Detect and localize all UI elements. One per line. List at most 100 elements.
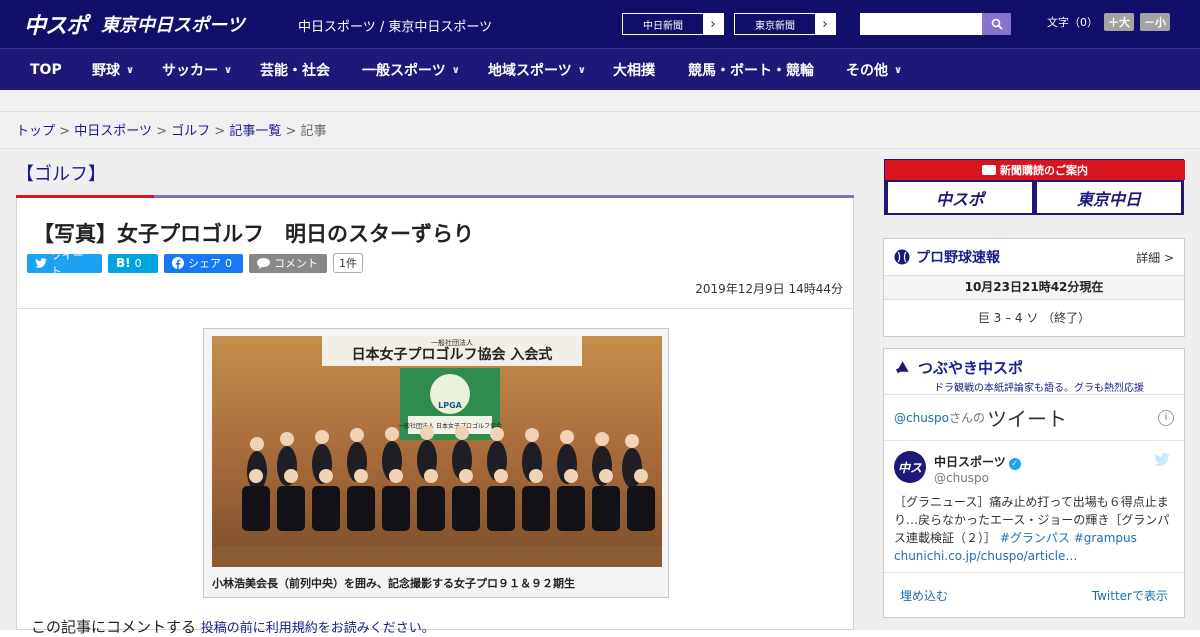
nav-item-3[interactable]: 芸能・社会 <box>260 49 330 91</box>
speech-bubble-icon <box>257 257 270 269</box>
chevron-down-icon: ∨ <box>126 64 135 76</box>
megaphone-icon <box>895 360 909 373</box>
twitter-handle-link[interactable]: @chuspo <box>894 411 949 425</box>
nav-item-label: サッカー <box>162 63 218 79</box>
subscription-banner[interactable]: 新聞購読のご案内 中スポ 東京中日 <box>884 159 1185 215</box>
nav-item-label: 芸能・社会 <box>260 63 330 79</box>
twitter-bird-icon[interactable] <box>1154 453 1170 470</box>
site-header: 中スポ 東京中日スポーツ 中日スポーツ / 東京中日スポーツ 中日新聞 › 東京… <box>0 0 1200 48</box>
nav-item-4[interactable]: 一般スポーツ ∨ <box>362 49 460 91</box>
chevron-right-icon: › <box>815 14 835 34</box>
subscription-logo-tokyo[interactable]: 東京中日 <box>1037 182 1181 213</box>
info-icon[interactable]: i <box>1158 409 1174 426</box>
nav-item-7[interactable]: 競馬・ボート・競輪 <box>688 49 814 91</box>
twitter-icon <box>35 258 47 268</box>
button-label: 中日新聞 <box>643 20 683 32</box>
embed-link[interactable]: 埋め込む <box>900 587 948 604</box>
subscription-logo-chuspo[interactable]: 中スポ <box>888 182 1032 213</box>
nav-item-label: 大相撲 <box>613 63 655 79</box>
baseball-scores-widget: プロ野球速報 詳細 > 10月23日21時42分現在 巨 3 – 4 ソ （終了… <box>883 238 1185 337</box>
baseball-detail-link[interactable]: 詳細 > <box>1136 249 1174 266</box>
breadcrumb-separator: > <box>156 124 167 139</box>
font-size-label: 文字（0） <box>1047 16 1098 29</box>
tweet-button[interactable]: ツイート <box>27 249 102 278</box>
search-button[interactable] <box>982 13 1011 35</box>
timeline-title: ツイート <box>987 407 1068 431</box>
hatena-count: 0 <box>134 256 142 270</box>
avatar[interactable]: 中ス <box>894 451 926 483</box>
baseball-icon <box>894 249 910 265</box>
tweet-widget-title: つぶやき中スポ <box>918 359 1024 377</box>
chevron-down-icon: ∨ <box>577 64 586 76</box>
breadcrumb-separator: > <box>59 124 71 139</box>
site-name: 中日スポーツ / 東京中日スポーツ <box>298 20 493 35</box>
nav-item-1[interactable]: 野球 ∨ <box>92 49 134 91</box>
twitter-timeline-header: @chuspo さんの ツイート i <box>884 395 1184 441</box>
breadcrumb-separator: > <box>285 124 297 139</box>
font-size-decrease-button[interactable]: －小 <box>1140 13 1170 31</box>
site-logo[interactable]: 中スポ 東京中日スポーツ <box>24 8 245 40</box>
breadcrumb-top[interactable]: トップ <box>16 124 55 139</box>
facebook-count: 0 <box>225 256 232 270</box>
breadcrumb-separator: > <box>214 124 226 139</box>
facebook-share-label: シェア <box>188 257 221 270</box>
breadcrumb: トップ > 中日スポーツ > ゴルフ > 記事一覧 > 記事 <box>0 112 1200 149</box>
hatena-icon: B! <box>116 256 131 270</box>
search-icon <box>991 18 1003 30</box>
comment-button[interactable]: コメント <box>249 253 327 273</box>
chevron-down-icon: ∨ <box>894 64 903 76</box>
handle-suffix: さんの <box>949 411 986 425</box>
flag-text: 一般社団法人 日本女子プロゴルフ協会 <box>398 422 502 430</box>
article-card: 【写真】女子プロゴルフ 明日のスターずらり ツイート B! 0 シェア 0 コメ… <box>16 198 854 636</box>
tweet-widget-header: つぶやき中スポ ドラ観戦の本紙評論家も語る。グラも熱烈応援 <box>884 349 1184 395</box>
hashtag-link[interactable]: #grampus <box>1074 531 1137 545</box>
article-photo[interactable]: 一般社団法人 日本女子プロゴルフ協会 入会式 LPGA 一般社団法人 日本女子プ… <box>212 336 662 567</box>
banner-small-text: 一般社団法人 <box>431 338 473 347</box>
nav-item-6[interactable]: 大相撲 <box>613 49 655 91</box>
share-bar: ツイート B! 0 シェア 0 コメント 1件 <box>27 249 363 278</box>
comment-prompt: この記事にコメントする 投稿の前に利用規約をお読みください。 <box>31 616 435 637</box>
subscription-header: 新聞購読のご案内 <box>885 160 1185 180</box>
hashtag-link[interactable]: #グランパス <box>1000 531 1070 545</box>
hatena-bookmark-button[interactable]: B! 0 <box>108 253 158 273</box>
nav-item-5[interactable]: 地域スポーツ ∨ <box>488 49 586 91</box>
nav-item-label: 競馬・ボート・競輪 <box>688 63 814 79</box>
view-on-twitter-link[interactable]: Twitterで表示 <box>1092 587 1168 604</box>
terms-link[interactable]: 投稿の前に利用規約をお読みください。 <box>201 621 435 636</box>
breadcrumb-article-list[interactable]: 記事一覧 <box>229 124 281 139</box>
tokyo-shimbun-button[interactable]: 東京新聞 › <box>734 13 836 35</box>
search-input[interactable] <box>860 13 982 35</box>
tweet-url-link[interactable]: chunichi.co.jp/chuspo/article… <box>894 549 1077 563</box>
breadcrumb-chunichi-sports[interactable]: 中日スポーツ <box>74 124 152 139</box>
category-heading: 【ゴルフ】 <box>16 164 106 185</box>
baseball-title: プロ野球速報 <box>916 250 1000 266</box>
nav-item-label: 一般スポーツ <box>362 63 446 79</box>
breadcrumb-golf[interactable]: ゴルフ <box>171 124 210 139</box>
flag-logo-text: LPGA <box>438 401 463 410</box>
logo-chuspo[interactable]: 中スポ <box>24 8 88 40</box>
group-photo-illustration: 一般社団法人 日本女子プロゴルフ協会 入会式 LPGA 一般社団法人 日本女子プ… <box>212 336 662 567</box>
font-size-increase-button[interactable]: ＋大 <box>1104 13 1134 31</box>
photo-caption: 小林浩美会長（前列中央）を囲み、記念撮影する女子プロ９１＆９２期生 <box>212 577 575 590</box>
comment-count[interactable]: 1件 <box>333 253 363 273</box>
comment-label: コメント <box>274 257 318 270</box>
facebook-share-button[interactable]: シェア 0 <box>164 253 243 273</box>
nav-item-8[interactable]: その他 ∨ <box>846 49 902 91</box>
divider <box>17 308 853 309</box>
nav-item-0[interactable]: TOP <box>30 49 62 91</box>
tweet-author[interactable]: 中日スポーツ ✓ <box>934 453 1021 470</box>
tweet-author-handle[interactable]: @chuspo <box>934 471 989 485</box>
baseball-header: プロ野球速報 詳細 > <box>884 239 1184 276</box>
publish-date: 2019年12月9日 14時44分 <box>695 282 843 296</box>
baseball-timestamp: 10月23日21時42分現在 <box>884 276 1184 300</box>
nav-item-label: 野球 <box>92 63 120 79</box>
tweet-item[interactable]: 中ス 中日スポーツ ✓ @chuspo ［グラニュース］痛み止め打って出場も６得点… <box>884 441 1184 573</box>
logo-tokyo-chunichi[interactable]: 東京中日スポーツ <box>101 11 245 37</box>
nav-item-2[interactable]: サッカー ∨ <box>162 49 232 91</box>
subscription-header-text: 新聞購読のご案内 <box>1000 164 1088 177</box>
baseball-score[interactable]: 巨 3 – 4 ソ （終了） <box>884 300 1184 336</box>
tweet-widget-subtitle: ドラ観戦の本紙評論家も語る。グラも熱烈応援 <box>934 383 1144 394</box>
search-box <box>860 13 1011 35</box>
chunichi-shimbun-button[interactable]: 中日新聞 › <box>622 13 724 35</box>
facebook-icon <box>172 257 184 269</box>
